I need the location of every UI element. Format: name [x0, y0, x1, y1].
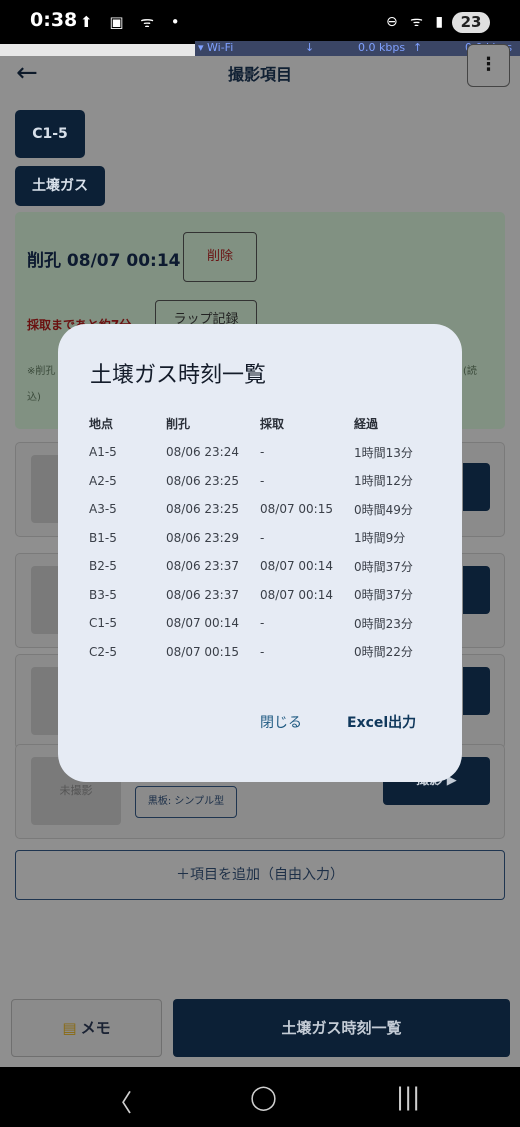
cell-sample: - — [260, 616, 265, 631]
cell-drill: 08/06 23:29 — [166, 530, 239, 545]
note-text-3: (読 — [463, 366, 477, 377]
download-speed: 0.0 kbps — [358, 41, 406, 54]
memo-icon: ▤ — [62, 1019, 77, 1037]
gas-time-list-button[interactable]: 土壌ガス時刻一覧 — [173, 999, 510, 1057]
cell-point: B3-5 — [89, 587, 117, 602]
table-row: A1-5 08/06 23:24 - 1時間13分 — [89, 438, 434, 467]
cell-elapsed: 0時間22分 — [354, 645, 413, 660]
cell-elapsed: 1時間12分 — [354, 474, 413, 489]
table-row: C1-5 08/07 00:14 - 0時間23分 — [89, 609, 434, 638]
nav-recents-icon[interactable]: ||| — [396, 1083, 420, 1111]
battery-icon: 23 — [452, 12, 490, 33]
cell-drill: 08/07 00:14 — [166, 616, 239, 631]
cell-elapsed: 0時間37分 — [354, 588, 413, 603]
table-row: B2-5 08/06 23:37 08/07 00:14 0時間37分 — [89, 552, 434, 581]
download-arrow-icon: ↓ — [305, 41, 315, 54]
cell-elapsed: 0時間49分 — [354, 502, 413, 517]
gas-time-list-dialog: 土壌ガス時刻一覧 地点 削孔 採取 経過 A1-5 08/06 23:24 - … — [58, 324, 462, 782]
cell-sample: - — [260, 445, 265, 460]
category-chip[interactable]: 土壌ガス — [15, 166, 105, 206]
cell-point: C1-5 — [89, 616, 117, 631]
table-row: B1-5 08/06 23:29 - 1時間9分 — [89, 524, 434, 553]
system-nav-bar: 〈 ◯ ||| — [0, 1067, 520, 1127]
gas-time-table: 地点 削孔 採取 経過 A1-5 08/06 23:24 - 1時間13分 A2… — [89, 408, 434, 666]
close-button[interactable]: 閉じる — [260, 712, 302, 732]
table-row: A2-5 08/06 23:25 - 1時間12分 — [89, 467, 434, 496]
cell-drill: 08/06 23:25 — [166, 502, 239, 517]
note-text-2: 込) — [27, 392, 41, 403]
cell-point: B2-5 — [89, 559, 117, 574]
table-row: B3-5 08/06 23:37 08/07 00:14 0時間37分 — [89, 581, 434, 610]
app-bar: ← 撮影項目 ⋮ — [0, 44, 520, 100]
cell-sample: 08/07 00:14 — [260, 587, 333, 602]
nav-back-icon[interactable]: 〈 — [108, 1083, 132, 1118]
excel-export-button[interactable]: Excel出力 — [347, 712, 416, 732]
cell-elapsed: 0時間23分 — [354, 616, 413, 631]
cell-point: C2-5 — [89, 644, 117, 659]
memo-button[interactable]: ▤ メモ — [11, 999, 162, 1057]
upload-arrow-icon: ↑ — [413, 41, 423, 54]
system-icons: ⊖ ᯤ ▮ — [386, 14, 448, 30]
drill-time: 削孔 08/07 00:14 — [27, 251, 181, 271]
cell-sample: - — [260, 473, 265, 488]
cell-sample: - — [260, 644, 265, 659]
cell-drill: 08/06 23:37 — [166, 559, 239, 574]
cell-elapsed: 1時間9分 — [354, 531, 406, 546]
board-type-badge[interactable]: 黒板: シンプル型 — [135, 786, 237, 818]
clock: 0:38 — [30, 9, 78, 31]
add-item-button[interactable]: ＋項目を追加（自由入力） — [15, 850, 505, 900]
cell-point: A3-5 — [89, 502, 117, 517]
nav-home-icon[interactable]: ◯ — [250, 1083, 277, 1111]
status-bar: 0:38 ⬆ ▣ ᯤ • ⊖ ᯤ ▮ 23 — [0, 0, 520, 44]
cell-point: A1-5 — [89, 445, 117, 460]
shoot-button[interactable] — [463, 566, 490, 614]
memo-label: メモ — [80, 1019, 111, 1037]
column-header: 採取 — [260, 416, 285, 431]
table-row: C2-5 08/07 00:15 - 0時間22分 — [89, 638, 434, 667]
shoot-button[interactable] — [463, 667, 490, 715]
wifi-label: ▾ Wi-Fi — [198, 41, 234, 54]
cell-sample: 08/07 00:15 — [260, 502, 333, 517]
table-row: A3-5 08/06 23:25 08/07 00:15 0時間49分 — [89, 495, 434, 524]
cell-drill: 08/06 23:37 — [166, 587, 239, 602]
dialog-title: 土壌ガス時刻一覧 — [90, 363, 267, 388]
shoot-button[interactable] — [463, 463, 490, 511]
column-header: 地点 — [89, 416, 114, 431]
cell-sample: - — [260, 530, 265, 545]
delete-button[interactable]: 削除 — [183, 232, 257, 282]
page-title: 撮影項目 — [227, 65, 292, 84]
cell-point: B1-5 — [89, 530, 117, 545]
notification-icons: ⬆ ▣ ᯤ • — [80, 13, 186, 31]
point-chip[interactable]: C1-5 — [15, 110, 85, 158]
more-menu-button[interactable]: ⋮ — [467, 44, 510, 87]
cell-drill: 08/06 23:24 — [166, 445, 239, 460]
table-header-row: 地点 削孔 採取 経過 — [89, 408, 434, 438]
cell-elapsed: 0時間37分 — [354, 559, 413, 574]
column-header: 削孔 — [166, 416, 191, 431]
note-text: ※削孔 — [27, 366, 56, 377]
column-header: 経過 — [354, 416, 379, 431]
cell-drill: 08/07 00:15 — [166, 644, 239, 659]
cell-point: A2-5 — [89, 473, 117, 488]
cell-sample: 08/07 00:14 — [260, 559, 333, 574]
cell-drill: 08/06 23:25 — [166, 473, 239, 488]
cell-elapsed: 1時間13分 — [354, 445, 413, 460]
bottom-action-bar: ▤ メモ 土壌ガス時刻一覧 — [0, 990, 520, 1067]
